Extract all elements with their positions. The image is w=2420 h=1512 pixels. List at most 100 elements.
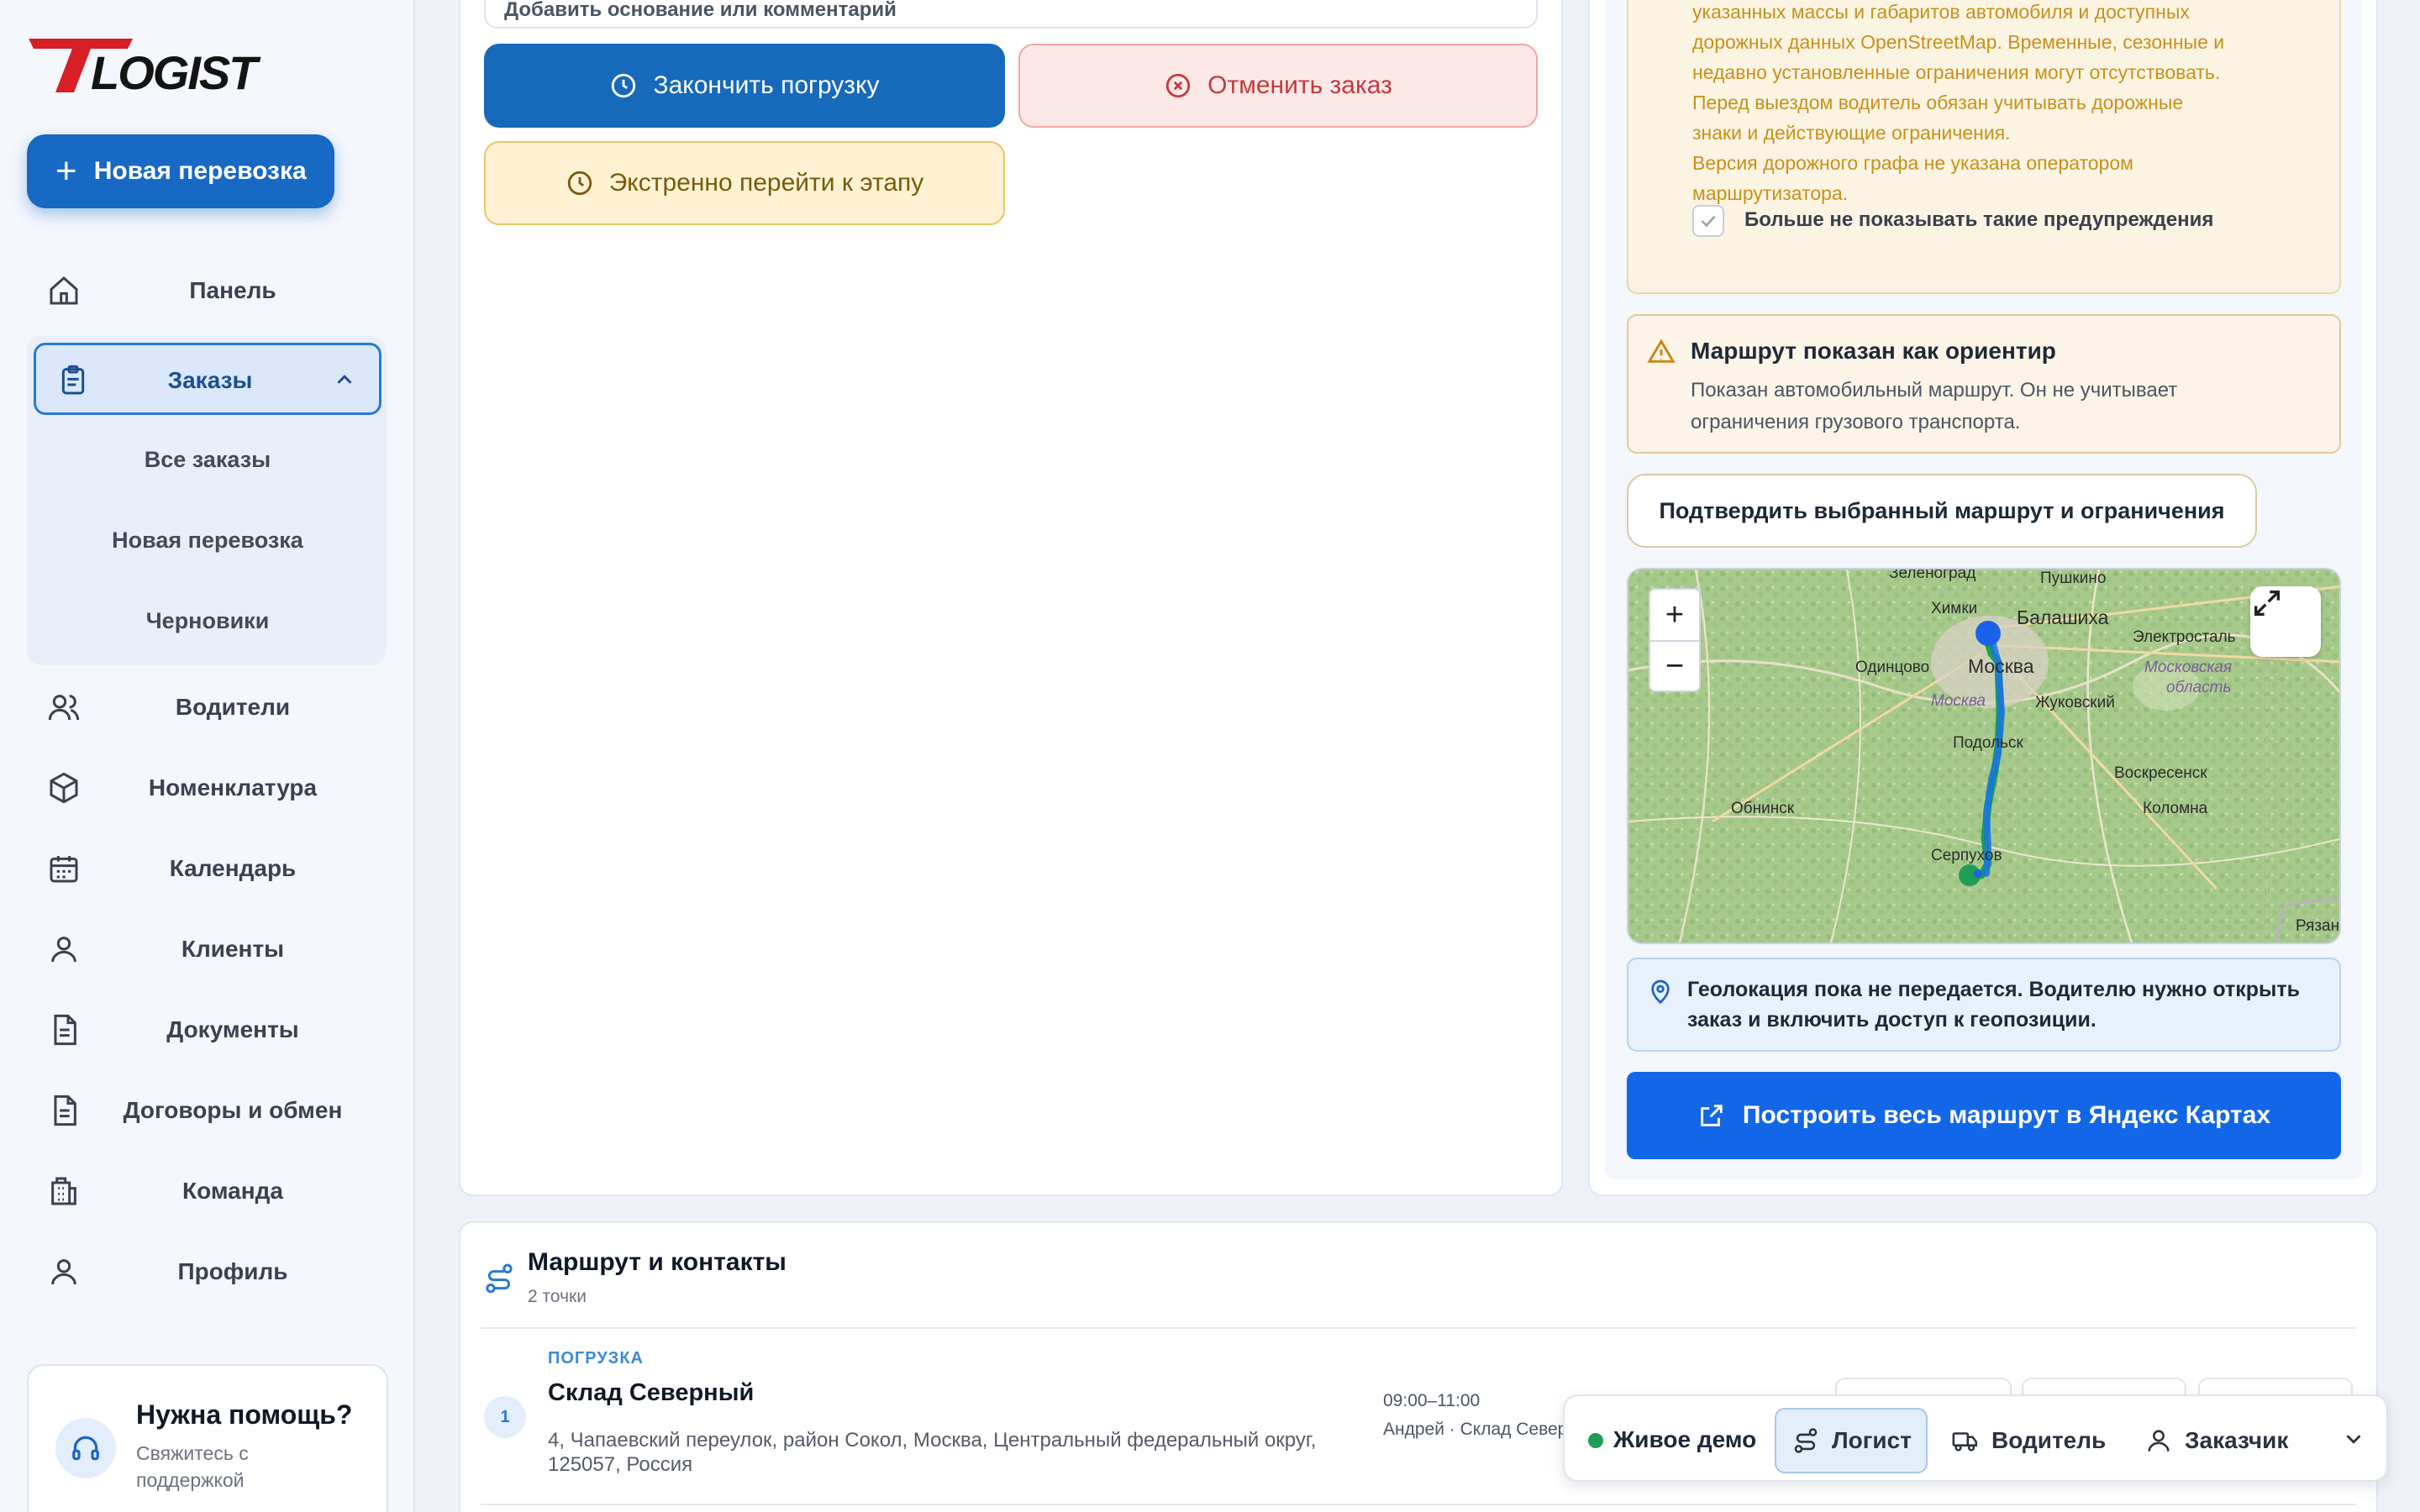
route-orientation-notice: Маршрут показан как ориентир Показан авт… bbox=[1627, 314, 2341, 454]
clock-icon bbox=[567, 171, 592, 196]
map-label-khimki: Химки bbox=[1931, 600, 1978, 617]
sidebar-item-nomenclature[interactable]: Номенклатура bbox=[34, 754, 387, 822]
route-icon bbox=[486, 1263, 513, 1294]
live-status-dot bbox=[1588, 1433, 1603, 1448]
role-switcher: Живое демо Логист Водитель Заказчик bbox=[1563, 1394, 2388, 1482]
map-label-balashikha: Балашиха bbox=[2017, 606, 2109, 628]
map-label-obninsk: Обнинск bbox=[1731, 800, 1795, 817]
comment-placeholder: Добавить основание или комментарий bbox=[504, 0, 897, 21]
external-link-icon bbox=[1701, 1105, 1723, 1126]
sidebar-item-drivers[interactable]: Водители bbox=[34, 674, 387, 741]
sidebar-item-label: Профиль bbox=[177, 1258, 288, 1284]
sidebar-item-team[interactable]: Команда bbox=[34, 1158, 387, 1225]
warning-triangle-icon bbox=[1647, 339, 1676, 363]
zoom-in-button[interactable]: + bbox=[1650, 590, 1699, 640]
map-label-moscow-region: Москва bbox=[1931, 692, 1986, 710]
role-customer-button[interactable]: Заказчик bbox=[2144, 1426, 2288, 1455]
warning-text: указанных массы и габаритов автомобиля и… bbox=[1692, 1, 2225, 204]
notice-description: Показан автомобильный маршрут. Он не учи… bbox=[1691, 379, 2178, 433]
sidebar-item-label: Договоры и обмен bbox=[123, 1097, 343, 1123]
finish-loading-button[interactable]: Закончить погрузку bbox=[484, 44, 1005, 128]
help-title: Нужна помощь? bbox=[136, 1399, 353, 1430]
sidebar-item-documents[interactable]: Документы bbox=[34, 996, 387, 1063]
map-label-ryazan: Рязань bbox=[2296, 917, 2340, 935]
live-demo-label: Живое демо bbox=[1613, 1426, 1757, 1452]
stop-contact: Андрей · Склад Север bbox=[1383, 1420, 1568, 1439]
route-title: Маршрут и контакты bbox=[528, 1248, 786, 1276]
map-label-podolsk: Подольск bbox=[1953, 734, 2023, 752]
submenu-all-orders[interactable]: Все заказы bbox=[34, 447, 381, 473]
map-label-moscow: Москва bbox=[1968, 655, 2034, 677]
sidebar-item-label: Водители bbox=[175, 694, 291, 720]
sidebar-item-label: Панель bbox=[189, 277, 276, 303]
urgent-stage-button[interactable]: Экстренно перейти к этапу bbox=[484, 141, 1005, 225]
role-logist-button[interactable]: Логист bbox=[1791, 1426, 1912, 1455]
truck-icon bbox=[1952, 1432, 1978, 1452]
clock-icon bbox=[612, 73, 636, 98]
sidebar-item-label: Номенклатура bbox=[148, 774, 318, 801]
new-shipment-button[interactable]: + Новая перевозка bbox=[27, 134, 334, 208]
urgent-stage-label: Экстренно перейти к этапу bbox=[608, 169, 924, 197]
help-subtitle: Свяжитесь с поддержкой bbox=[136, 1442, 249, 1491]
map-pin-icon bbox=[1651, 979, 1670, 1005]
sidebar-item-label: Календарь bbox=[169, 855, 297, 881]
map-label-odintsovo: Одинцово bbox=[1855, 659, 1930, 676]
divider bbox=[481, 1327, 2356, 1329]
help-card[interactable]: Нужна помощь? Свяжитесь с поддержкой bbox=[27, 1364, 388, 1512]
map-label-elektrostal: Электросталь bbox=[2133, 628, 2236, 646]
map-label-zelenograd: Зеленоград bbox=[1889, 568, 1976, 582]
cancel-order-button[interactable]: Отменить заказ bbox=[1018, 44, 1538, 128]
comment-input[interactable]: Добавить основание или комментарий bbox=[484, 0, 1538, 29]
map-label-pushkino: Пушкино bbox=[2040, 570, 2107, 587]
map-label-kolomna: Коломна bbox=[2143, 800, 2208, 817]
check-icon bbox=[1701, 215, 1716, 228]
plus-icon: + bbox=[55, 150, 77, 192]
stop-address: 4, Чапаевский переулок, район Сокол, Мос… bbox=[548, 1429, 1317, 1476]
svg-text:LOGIST: LOGIST bbox=[91, 46, 261, 97]
zoom-out-button[interactable]: − bbox=[1650, 640, 1699, 690]
user-icon bbox=[2148, 1430, 2170, 1452]
headset-icon bbox=[55, 1418, 116, 1478]
sidebar-item-contracts[interactable]: Договоры и обмен bbox=[34, 1077, 387, 1144]
finish-loading-label: Закончить погрузку bbox=[653, 71, 880, 99]
sidebar-item-dashboard[interactable]: Панель bbox=[34, 257, 387, 324]
chevron-down-icon[interactable] bbox=[2341, 1426, 2366, 1452]
sidebar-item-orders[interactable]: Заказы bbox=[34, 343, 381, 415]
route-points-count: 2 точки bbox=[528, 1287, 587, 1306]
sidebar: LOGIST + Новая перевозка Панель Заказы В… bbox=[0, 0, 415, 1512]
role-driver-button[interactable]: Водитель bbox=[1951, 1426, 2106, 1455]
sidebar-item-label: Документы bbox=[166, 1016, 299, 1042]
route-map[interactable]: Зеленоград Пушкино Химки Балашиха Электр… bbox=[1627, 568, 2341, 944]
cancel-order-label: Отменить заказ bbox=[1207, 71, 1392, 99]
yandex-maps-button[interactable]: Построить весь маршрут в Яндекс Картах bbox=[1627, 1072, 2341, 1159]
confirm-route-button[interactable]: Подтвердить выбранный маршрут и ограниче… bbox=[1627, 474, 2257, 548]
sidebar-item-calendar[interactable]: Календарь bbox=[34, 835, 387, 902]
route-icon bbox=[1794, 1428, 1818, 1453]
role-label: Заказчик bbox=[2185, 1427, 2289, 1453]
map-fullscreen-button[interactable] bbox=[2250, 586, 2321, 657]
geolocation-text: Геолокация пока не передается. Водителю … bbox=[1687, 978, 2301, 1032]
map-label-oblast-2: область bbox=[2166, 679, 2232, 696]
new-shipment-label: Новая перевозка bbox=[93, 157, 307, 185]
notice-title: Маршрут показан как ориентир bbox=[1691, 338, 2056, 364]
stop-type: ПОГРУЗКА bbox=[548, 1349, 644, 1368]
sidebar-item-label: Клиенты bbox=[181, 936, 285, 962]
divider bbox=[481, 1504, 2356, 1505]
stop-name: Склад Северный bbox=[548, 1379, 755, 1406]
route-restrictions-warning: указанных массы и габаритов автомобиля и… bbox=[1627, 0, 2341, 294]
x-circle-icon bbox=[1165, 73, 1191, 98]
sidebar-item-clients[interactable]: Клиенты bbox=[34, 916, 387, 983]
chevron-up-icon bbox=[337, 375, 352, 384]
role-label: Логист bbox=[1832, 1427, 1912, 1453]
dont-show-checkbox[interactable] bbox=[1692, 205, 1724, 237]
yandex-maps-label: Построить весь маршрут в Яндекс Картах bbox=[1742, 1101, 2271, 1129]
expand-icon bbox=[2254, 591, 2280, 616]
tlogist-logo[interactable]: LOGIST bbox=[25, 30, 277, 97]
submenu-new-shipment[interactable]: Новая перевозка bbox=[34, 528, 381, 554]
dont-show-label: Больше не показывать такие предупреждени… bbox=[1744, 208, 2214, 231]
submenu-drafts[interactable]: Черновики bbox=[34, 608, 381, 634]
stop-number-badge: 1 bbox=[484, 1396, 526, 1438]
sidebar-item-profile[interactable]: Профиль bbox=[34, 1238, 387, 1305]
sidebar-item-label: Команда bbox=[182, 1178, 283, 1204]
map-label-voskresensk: Воскресенск bbox=[2114, 764, 2207, 782]
